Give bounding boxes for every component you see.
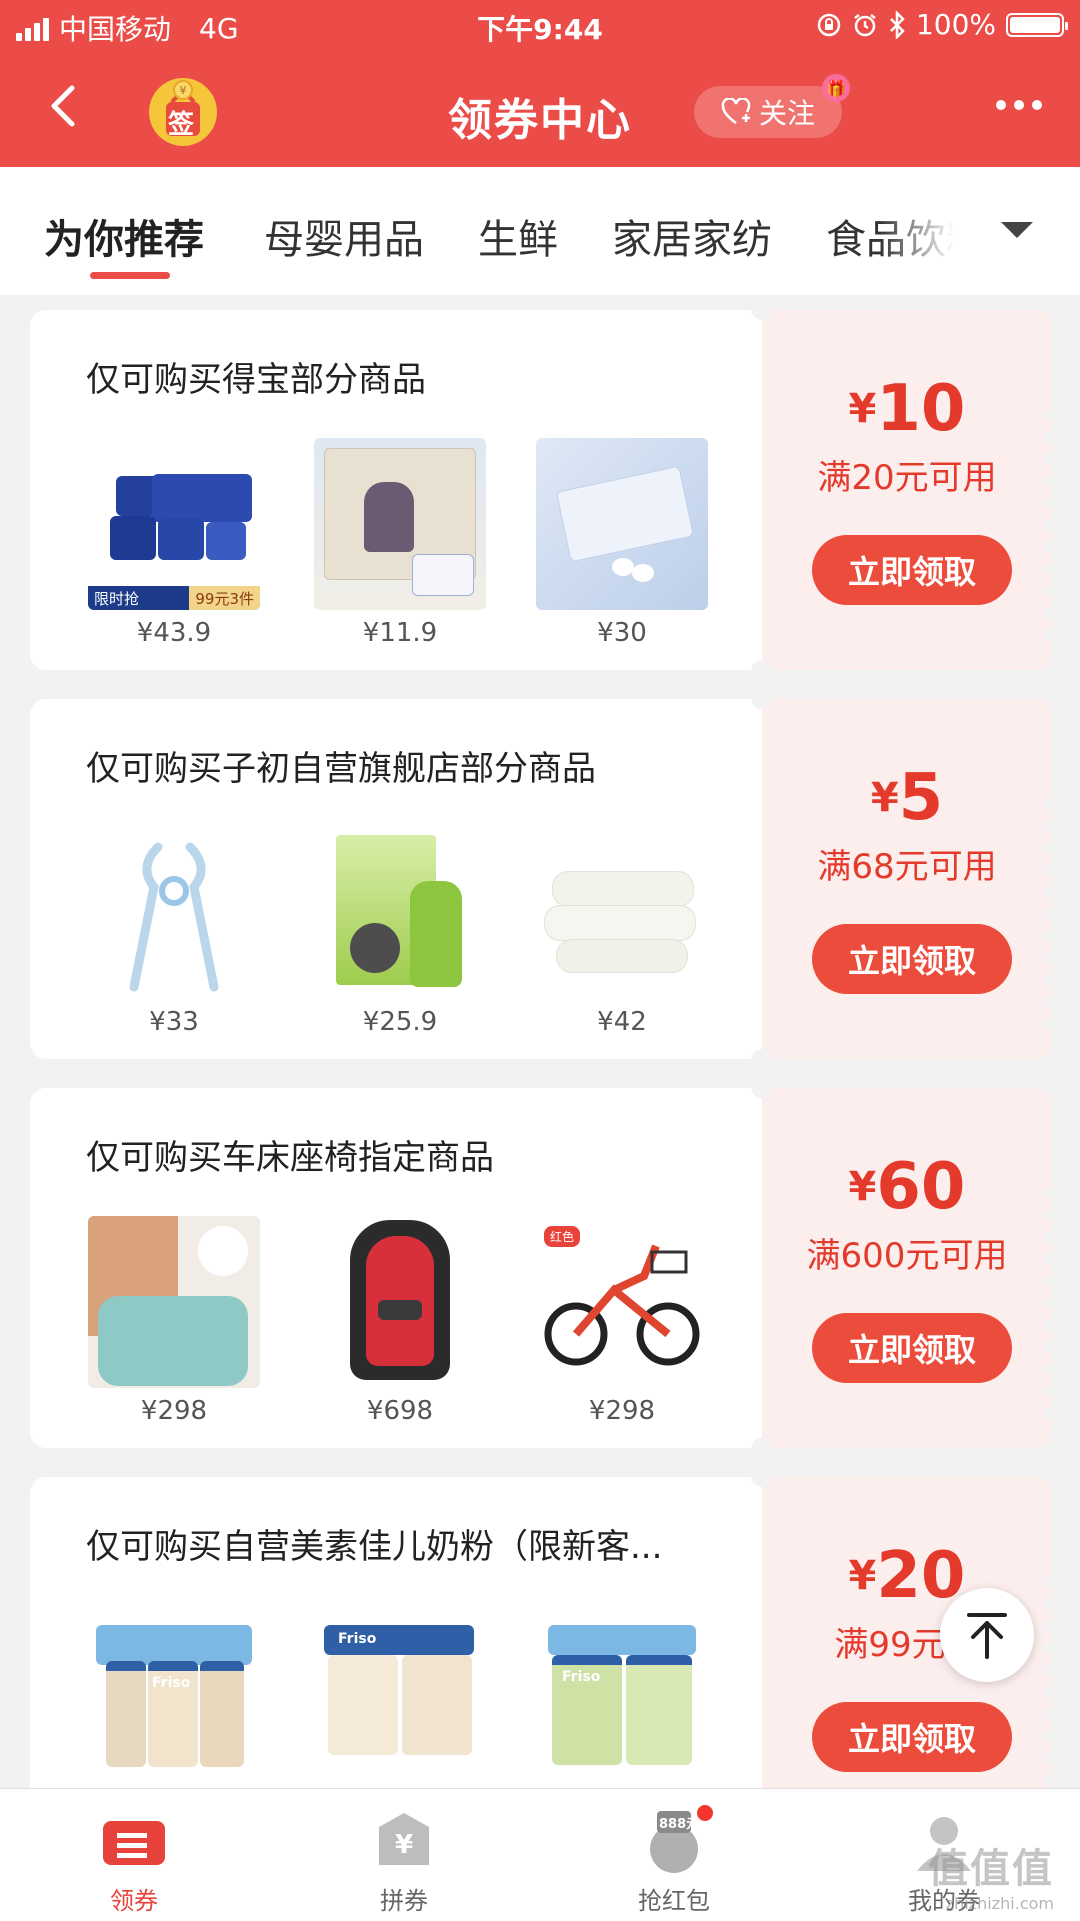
coupon-card: 仅可购买车床座椅指定商品 ¥298 ¥698 红色 ¥298 ¥60 满600元… xyxy=(30,1076,1052,1460)
svg-text:¥: ¥ xyxy=(395,1830,413,1860)
coupon-icon xyxy=(97,1807,171,1877)
product-item[interactable]: 红色 ¥298 xyxy=(534,1216,710,1426)
watermark: 值值值 zhizhizhi.com xyxy=(928,1846,1054,1913)
car-seat-image xyxy=(314,1216,486,1388)
follow-button[interactable]: 关注 🎁 xyxy=(694,74,850,138)
product-price: ¥298 xyxy=(140,1396,208,1426)
product-item[interactable]: ¥698 xyxy=(312,1216,488,1426)
product-item[interactable]: 限时抢 99元3件 ¥43.9 xyxy=(86,438,262,648)
coupon-description: 仅可购买车床座椅指定商品 xyxy=(86,1138,494,1178)
arrow-up-icon xyxy=(967,1613,1007,1659)
group-coupon-icon: ¥ xyxy=(369,1807,439,1877)
milk-powder-image: Friso xyxy=(88,1605,260,1777)
gift-icon: 🎁 xyxy=(822,74,850,102)
product-item[interactable]: ¥30 xyxy=(534,438,710,648)
battery-percent: 100% xyxy=(915,8,996,41)
coupon-condition: 满68元可用 xyxy=(817,847,997,887)
coupon-card: 仅可购买得宝部分商品 限时抢 99元3件 ¥43.9 ¥11.9 ¥30 ¥10… xyxy=(30,298,1052,682)
flash-sale-tag: 限时抢 99元3件 xyxy=(88,586,260,610)
product-price: ¥33 xyxy=(149,1007,199,1037)
nav-label: 领券 xyxy=(110,1887,158,1915)
header: 中国移动 4G 下午9:44 100% ¥ 签 领券中心 关注 🎁 xyxy=(0,0,1080,167)
tab-recommended[interactable]: 为你推荐 xyxy=(44,207,204,265)
product-item[interactable]: Friso xyxy=(312,1605,488,1777)
more-options-button[interactable] xyxy=(996,100,1042,110)
bottom-nav: 领券 ¥ 拼券 888元 抢红包 我的券 xyxy=(0,1788,1080,1921)
nav-label: 抢红包 xyxy=(638,1887,710,1915)
product-price: ¥25.9 xyxy=(362,1007,438,1037)
battery-icon xyxy=(1006,12,1068,37)
coupon-amount: ¥10 xyxy=(848,372,966,446)
coupon-amount: ¥60 xyxy=(848,1150,966,1224)
product-item[interactable]: ¥25.9 xyxy=(312,827,488,1037)
tab-mother-baby[interactable]: 母婴用品 xyxy=(264,207,424,265)
bluetooth-icon xyxy=(890,10,905,39)
coupon-description: 仅可购买得宝部分商品 xyxy=(86,360,426,400)
nav-coupons[interactable]: 领券 xyxy=(44,1789,224,1921)
alarm-icon xyxy=(854,13,876,36)
claim-coupon-button[interactable]: 立即领取 xyxy=(812,535,1012,605)
milk-powder-can-image: Friso xyxy=(536,1605,708,1777)
milk-powder-box-image: Friso xyxy=(314,1605,486,1777)
tissue-pack-image: 限时抢 99元3件 xyxy=(88,438,260,610)
product-item[interactable]: ¥11.9 xyxy=(312,438,488,648)
cloth-towels-image xyxy=(536,827,708,999)
product-price: ¥43.9 xyxy=(136,618,212,648)
red-packet-amount: 888元 xyxy=(659,1817,700,1832)
coupon-card: 仅可购买子初自营旗舰店部分商品 ¥33 ¥25.9 ¥42 ¥5 满68元可用 … xyxy=(30,687,1052,1071)
heart-plus-icon xyxy=(721,98,751,125)
page-title: 领券中心 xyxy=(448,95,632,146)
category-dropdown-button[interactable] xyxy=(954,167,1080,295)
product-item[interactable]: ¥33 xyxy=(86,827,262,1037)
claim-coupon-button[interactable]: 立即领取 xyxy=(812,924,1012,994)
nav-red-packet[interactable]: 888元 抢红包 xyxy=(584,1789,764,1921)
coupon-condition: 满600元可用 xyxy=(806,1236,1008,1276)
product-price: ¥11.9 xyxy=(362,618,438,648)
tab-home-textile[interactable]: 家居家纺 xyxy=(612,207,772,265)
baby-lotion-image xyxy=(314,827,486,999)
cotton-box-image xyxy=(536,438,708,610)
bottle-tongs-image xyxy=(88,827,260,999)
tissue-box-image xyxy=(314,438,486,610)
product-item[interactable]: ¥42 xyxy=(534,827,710,1037)
coupon-description: 仅可购买自营美素佳儿奶粉（限新客... xyxy=(86,1527,663,1567)
product-price: ¥298 xyxy=(588,1396,656,1426)
tab-fresh[interactable]: 生鲜 xyxy=(478,207,558,265)
claim-coupon-button[interactable]: 立即领取 xyxy=(812,1313,1012,1383)
product-price: ¥698 xyxy=(366,1396,434,1426)
coupon-condition: 满20元可用 xyxy=(817,458,997,498)
follow-label: 关注 xyxy=(758,97,815,130)
notification-dot xyxy=(695,1803,715,1823)
active-tab-indicator xyxy=(90,272,170,279)
claim-coupon-button[interactable]: 立即领取 xyxy=(812,1702,1012,1772)
coupon-amount: ¥5 xyxy=(870,761,944,835)
coupon-description: 仅可购买子初自营旗舰店部分商品 xyxy=(86,749,596,789)
kids-bike-image: 红色 xyxy=(536,1216,708,1388)
product-item[interactable]: Friso xyxy=(86,1605,262,1777)
rotation-lock-icon xyxy=(817,13,841,36)
product-item[interactable]: Friso xyxy=(534,1605,710,1777)
product-item[interactable]: ¥298 xyxy=(86,1216,262,1426)
chevron-down-icon xyxy=(1001,222,1033,238)
product-price: ¥42 xyxy=(597,1007,647,1037)
nav-group-coupons[interactable]: ¥ 拼券 xyxy=(314,1789,494,1921)
scroll-to-top-button[interactable] xyxy=(940,1588,1034,1682)
baby-blanket-image xyxy=(88,1216,260,1388)
product-price: ¥30 xyxy=(597,618,647,648)
status-bar: 中国移动 4G 下午9:44 100% xyxy=(0,0,1080,52)
red-packet-icon: 888元 xyxy=(639,1803,715,1877)
coupon-card: 仅可购买自营美素佳儿奶粉（限新客... Friso Friso Friso ¥2… xyxy=(30,1465,1052,1837)
nav-label: 拼券 xyxy=(380,1887,428,1915)
